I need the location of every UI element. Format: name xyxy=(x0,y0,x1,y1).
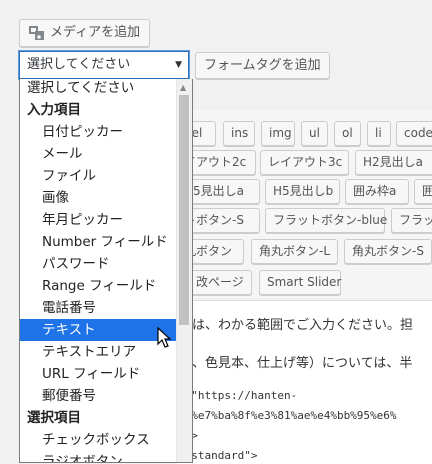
dropdown-option[interactable]: チェックボックス xyxy=(20,429,192,451)
quicktag-button[interactable]: code xyxy=(396,121,432,146)
editor-code-line: f="https://hanten- xyxy=(178,389,298,402)
mouse-pointer-icon xyxy=(157,327,172,348)
dropdown-option[interactable]: 選択してください xyxy=(20,79,185,99)
quicktag-button[interactable]: フラットボタン-blue xyxy=(265,208,387,233)
quicktag-button[interactable]: Smart Slider xyxy=(259,270,341,295)
dropdown-option[interactable]: 画像 xyxy=(20,187,192,209)
quicktag-button[interactable]: 囲み枠a xyxy=(345,179,409,204)
editor-text-area[interactable]: は、わかる範囲でご入力ください。担 、色見本、仕上げ等）については、半 f="h… xyxy=(176,300,432,464)
dropdown-option[interactable]: 日付ピッカー xyxy=(20,121,192,143)
quicktag-button[interactable]: フラッ xyxy=(391,208,432,233)
quicktag-button[interactable]: ol xyxy=(334,121,361,146)
quicktag-button[interactable]: img xyxy=(261,121,295,146)
dropdown-option[interactable]: URL フィールド xyxy=(20,363,192,385)
quicktag-button[interactable]: 角丸ボタン-S xyxy=(344,239,432,264)
quicktag-button[interactable]: H5見出しb xyxy=(265,179,340,204)
add-form-tag-button[interactable]: フォームタグを追加 xyxy=(195,52,330,79)
add-media-button[interactable]: メディアを追加 xyxy=(19,19,150,47)
editor-line: 、色見本、仕上げ等）については、半 xyxy=(192,356,413,371)
dropdown-group-label: 入力項目 xyxy=(27,102,81,118)
dropdown-option[interactable]: ファイル xyxy=(20,165,192,187)
dropdown-option[interactable]: 郵便番号 xyxy=(20,385,192,407)
select-value: 選択してください xyxy=(27,57,131,72)
quicktag-button[interactable]: 改ページ xyxy=(188,270,252,295)
caret-down-icon: ▼ xyxy=(175,60,182,70)
quicktag-button[interactable]: ins xyxy=(223,121,255,146)
scroll-up-icon[interactable]: ▲ xyxy=(180,83,186,92)
quicktag-button[interactable]: ul xyxy=(301,121,328,146)
dropdown-option[interactable]: Range フィールド xyxy=(20,275,192,297)
quicktag-button[interactable]: レイアウト3c xyxy=(260,150,349,175)
dropdown-scrollbar[interactable]: ▲ xyxy=(176,79,192,462)
editor-line: は、わかる範囲でご入力ください。担 xyxy=(192,318,414,333)
select-dropdown-list[interactable]: 選択してください入力項目日付ピッカー メール ファイル 画像 年月ピッカー Number … xyxy=(19,79,193,463)
media-icon xyxy=(29,26,44,40)
add-media-label: メディアを追加 xyxy=(50,25,141,40)
quicktag-button[interactable]: 角丸ボタン-L xyxy=(251,239,338,264)
dropdown-option[interactable]: パスワード xyxy=(20,253,192,275)
dropdown-option[interactable]: 年月ピッカー xyxy=(20,209,192,231)
quicktag-button[interactable]: 囲 xyxy=(414,179,432,204)
dropdown-option[interactable]: Number フィールド xyxy=(20,231,192,253)
form-tag-select[interactable]: 選択してください ▼ xyxy=(19,51,189,79)
quicktag-button[interactable]: li xyxy=(367,121,391,146)
dropdown-option[interactable]: メール xyxy=(20,143,192,165)
dropdown-option[interactable]: ラジオボタン xyxy=(20,451,192,462)
editor-code-line: 8a%e7%ba%8f%e3%81%ae%e4%bb%95%e6% xyxy=(178,409,397,422)
quicktag-button[interactable]: H2見出しa xyxy=(355,150,432,175)
dropdown-group-label: 選択項目 xyxy=(27,410,81,426)
dropdown-option[interactable]: 電話番号 xyxy=(20,297,192,319)
scroll-thumb[interactable] xyxy=(179,95,189,325)
